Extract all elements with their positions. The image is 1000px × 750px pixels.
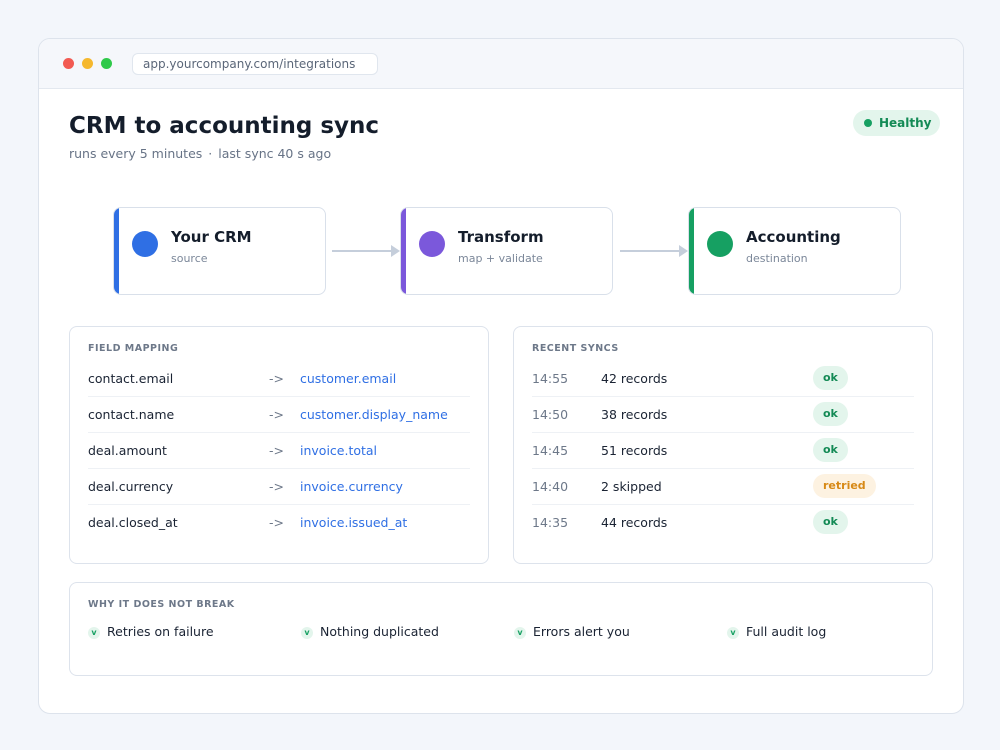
panel-title: FIELD MAPPING [88,343,179,354]
node-accent-bar [114,208,119,294]
sync-records: 42 records [601,371,668,386]
mapping-target[interactable]: invoice.issued_at [300,515,407,530]
mapping-source: deal.amount [88,443,167,458]
sync-status-badge: ok [813,438,848,462]
node-role: map + validate [458,252,543,265]
sync-row[interactable]: 14:35 44 records ok [532,505,914,541]
recent-syncs-panel: RECENT SYNCS 14:55 42 records ok 14:50 3… [513,326,933,564]
guarantee-label: Retries on failure [107,624,214,639]
sync-records: 51 records [601,443,668,458]
node-name: Your CRM [171,228,252,246]
mapping-arrow: -> [269,407,284,422]
sync-status-badge: ok [813,402,848,426]
pipeline-node-transform[interactable]: Transform map + validate [400,207,613,295]
sync-status-badge: ok [813,366,848,390]
sync-status-badge: ok [813,510,848,534]
mapping-source: contact.email [88,371,174,386]
subtitle-separator: · [208,146,213,161]
check-icon: v [301,627,313,639]
sync-row[interactable]: 14:55 42 records ok [532,361,914,397]
mapping-target[interactable]: invoice.total [300,443,377,458]
guarantees-panel: WHY IT DOES NOT BREAK v Retries on failur… [69,582,933,676]
sync-row[interactable]: 14:45 51 records ok [532,433,914,469]
guarantee-item: v Retries on failure [88,624,214,639]
guarantee-label: Nothing duplicated [320,624,439,639]
mapping-arrow: -> [269,479,284,494]
sync-status-badge: retried [813,474,876,498]
sync-records: 38 records [601,407,668,422]
maximize-window-button[interactable] [101,58,112,69]
mapping-row: deal.amount -> invoice.total [88,433,470,469]
node-circle-icon [132,231,158,257]
status-badge-label: Healthy [879,116,932,130]
mapping-source: contact.name [88,407,175,422]
node-circle-icon [419,231,445,257]
node-name: Accounting [746,228,841,246]
address-bar[interactable]: app.yourcompany.com/integrations [132,53,378,75]
flow-arrow-icon [332,245,400,257]
browser-window: app.yourcompany.com/integrations CRM to … [38,38,964,714]
panel-title: RECENT SYNCS [532,343,619,354]
pipeline-node-source[interactable]: Your CRM source [113,207,326,295]
mapping-arrow: -> [269,443,284,458]
mapping-target[interactable]: invoice.currency [300,479,403,494]
guarantee-label: Errors alert you [533,624,630,639]
sync-time: 14:55 [532,371,569,386]
node-accent-bar [689,208,694,294]
mapping-source: deal.closed_at [88,515,178,530]
field-mapping-panel: FIELD MAPPING contact.email -> customer.… [69,326,489,564]
sync-time: 14:50 [532,407,569,422]
sync-schedule: runs every 5 minutes [69,146,203,161]
node-accent-bar [401,208,406,294]
status-dot-icon [864,119,872,127]
node-role: source [171,252,208,265]
node-name: Transform [458,228,544,246]
close-window-button[interactable] [63,58,74,69]
guarantee-label: Full audit log [746,624,827,639]
mapping-arrow: -> [269,371,284,386]
check-icon: v [514,627,526,639]
browser-titlebar: app.yourcompany.com/integrations [39,39,963,89]
pipeline-node-destination[interactable]: Accounting destination [688,207,901,295]
panel-title: WHY IT DOES NOT BREAK [88,599,235,610]
node-role: destination [746,252,808,265]
mapping-target[interactable]: customer.email [300,371,396,386]
mapping-source: deal.currency [88,479,174,494]
check-icon: v [727,627,739,639]
guarantee-item: v Nothing duplicated [301,624,439,639]
sync-subtitle: runs every 5 minutes · last sync 40 s ago [69,146,331,161]
check-icon: v [88,627,100,639]
sync-row[interactable]: 14:40 2 skipped retried [532,469,914,505]
node-circle-icon [707,231,733,257]
sync-records: 44 records [601,515,668,530]
mapping-arrow: -> [269,515,284,530]
mapping-row: deal.currency -> invoice.currency [88,469,470,505]
page-title: CRM to accounting sync [69,113,380,139]
sync-time: 14:35 [532,515,569,530]
flow-arrow-icon [620,245,688,257]
mapping-row: contact.name -> customer.display_name [88,397,470,433]
status-badge: Healthy [853,110,940,136]
sync-time: 14:40 [532,479,569,494]
guarantee-item: v Errors alert you [514,624,630,639]
mapping-target[interactable]: customer.display_name [300,407,448,422]
sync-row[interactable]: 14:50 38 records ok [532,397,914,433]
guarantee-item: v Full audit log [727,624,826,639]
last-sync-time: last sync 40 s ago [218,146,332,161]
sync-time: 14:45 [532,443,569,458]
mapping-row: contact.email -> customer.email [88,361,470,397]
minimize-window-button[interactable] [82,58,93,69]
sync-records: 2 skipped [601,479,662,494]
mapping-row: deal.closed_at -> invoice.issued_at [88,505,470,541]
